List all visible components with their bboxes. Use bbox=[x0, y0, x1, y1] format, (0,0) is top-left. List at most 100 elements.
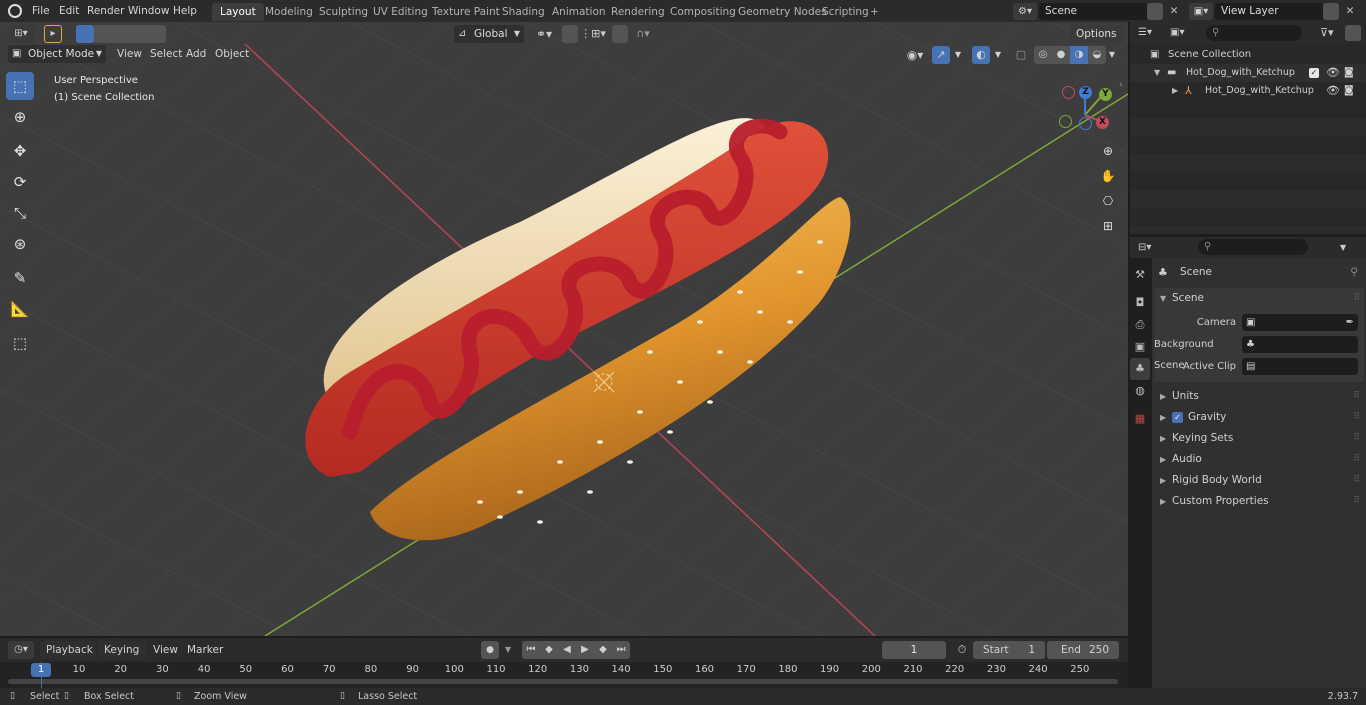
mode-dropdown[interactable]: ▣ Object Mode ▼ bbox=[8, 45, 106, 63]
gizmo-neg-x-icon[interactable] bbox=[1062, 86, 1075, 99]
measure-tool-icon[interactable]: 📐 bbox=[6, 295, 34, 323]
drag-handle-icon[interactable]: ⠿ bbox=[1353, 288, 1360, 309]
timeline-menu-view[interactable]: View bbox=[148, 641, 183, 659]
annotate-tool-icon[interactable]: ✎ bbox=[6, 264, 34, 292]
filter-icon[interactable]: ⊽▾ bbox=[1320, 24, 1334, 42]
playback-dropdown[interactable]: Playback ▼ bbox=[40, 641, 96, 673]
scale-tool-icon[interactable]: ⤡ bbox=[6, 199, 34, 227]
keying-sets-section[interactable]: ▶ Keying Sets ⠿ bbox=[1154, 428, 1364, 449]
scene-tab-icon[interactable]: ♣ bbox=[1130, 358, 1150, 380]
end-frame-field[interactable]: End 250 bbox=[1047, 641, 1119, 659]
shading-solid-icon[interactable]: ● bbox=[1052, 46, 1070, 64]
gizmo-toggle-icon[interactable]: ↗ bbox=[932, 46, 950, 64]
gravity-checkbox[interactable]: ✓ bbox=[1172, 412, 1183, 423]
select-box-mode-icon[interactable] bbox=[76, 25, 94, 43]
editor-type-icon[interactable]: ⊞▾ bbox=[8, 25, 34, 43]
exclude-checkbox[interactable]: ✓ bbox=[1309, 68, 1319, 78]
snap-toggle-icon[interactable] bbox=[562, 25, 578, 43]
camera-icon[interactable]: ◙ bbox=[1344, 82, 1354, 100]
custom-properties-section[interactable]: ▶ Custom Properties ⠿ bbox=[1154, 491, 1364, 512]
options-dropdown[interactable]: Options ▼ bbox=[1070, 25, 1124, 57]
expand-icon[interactable]: ▶ bbox=[1172, 82, 1178, 100]
drag-handle-icon[interactable]: ⠿ bbox=[1353, 386, 1360, 407]
outliner-search-input[interactable]: ⚲ bbox=[1206, 25, 1302, 41]
transform-tool-icon[interactable]: ⊛ bbox=[6, 230, 34, 258]
select-box-tool-icon[interactable]: ⬚ bbox=[6, 72, 34, 100]
outliner-row-object[interactable]: ▶ ⅄ Hot_Dog_with_Ketchup 👁 ◙ bbox=[1130, 82, 1366, 100]
camera-field[interactable]: ▣ ✒ bbox=[1242, 314, 1358, 331]
new-scene-icon[interactable] bbox=[1147, 3, 1163, 20]
select-subtract-icon[interactable] bbox=[112, 25, 130, 43]
menu-view[interactable]: View bbox=[112, 45, 147, 63]
overlays-toggle-icon[interactable]: ◐ bbox=[972, 46, 990, 64]
add-cube-tool-icon[interactable]: ⬚ bbox=[6, 329, 34, 357]
new-collection-icon[interactable] bbox=[1345, 25, 1361, 41]
view-layer-field[interactable]: View Layer bbox=[1215, 3, 1323, 20]
camera-view-icon[interactable]: ⎔ bbox=[1097, 190, 1119, 212]
pan-hand-icon[interactable]: ✋ bbox=[1097, 165, 1119, 187]
gizmo-dropdown-icon[interactable]: ▼ bbox=[952, 46, 964, 64]
delete-scene-icon[interactable]: ✕ bbox=[1166, 3, 1182, 20]
timeline-editor-icon[interactable]: ◷▾ bbox=[8, 641, 34, 659]
chevron-down-icon[interactable]: ▼ bbox=[501, 641, 515, 659]
eyedropper-icon[interactable]: ✒ bbox=[1346, 314, 1354, 331]
drag-handle-icon[interactable]: ⠿ bbox=[1353, 491, 1360, 512]
next-keyframe-icon[interactable]: ◆ bbox=[594, 641, 612, 659]
playhead-frame[interactable]: 1 bbox=[31, 663, 51, 677]
pin-icon[interactable]: ⚲ bbox=[1350, 262, 1358, 283]
snap-element-icon[interactable]: ⋮⊞▾ bbox=[580, 25, 606, 43]
view-layer-icon[interactable]: ▣▾ bbox=[1189, 3, 1213, 20]
properties-search-input[interactable]: ⚲ bbox=[1198, 239, 1308, 255]
sidebar-expand-icon[interactable]: ‹ bbox=[1119, 80, 1123, 90]
eye-icon[interactable]: 👁 bbox=[1326, 64, 1340, 82]
rigid-body-world-section[interactable]: ▶ Rigid Body World ⠿ bbox=[1154, 470, 1364, 491]
chevron-down-icon[interactable]: ▼ bbox=[1340, 240, 1346, 256]
visibility-icon[interactable]: ◉▾ bbox=[902, 46, 928, 64]
gizmo-neg-y-icon[interactable] bbox=[1059, 115, 1072, 128]
camera-icon[interactable]: ◙ bbox=[1344, 64, 1354, 82]
keying-dropdown[interactable]: Keying ▼ bbox=[98, 641, 146, 673]
select-mode-icon[interactable]: ▸ bbox=[44, 25, 62, 43]
eye-icon[interactable]: 👁 bbox=[1326, 82, 1340, 100]
view-layer-tab-icon[interactable]: ▣ bbox=[1130, 336, 1150, 358]
xray-toggle-icon[interactable]: ▢ bbox=[1012, 46, 1030, 64]
drag-handle-icon[interactable]: ⠿ bbox=[1353, 470, 1360, 491]
display-mode-icon[interactable]: ▣▾ bbox=[1170, 24, 1196, 42]
start-frame-field[interactable]: Start 1 bbox=[973, 641, 1045, 659]
drag-handle-icon[interactable]: ⠿ bbox=[1353, 428, 1360, 449]
gizmo-neg-z-icon[interactable] bbox=[1079, 117, 1092, 130]
3d-viewport[interactable]: ⊞▾ ▸ ⊿ Global ▼ ⚭▾ ⋮⊞▾ ∩▾ Options ▼ ▣ Ob… bbox=[0, 22, 1128, 636]
tool-tab-icon[interactable]: ⚒ bbox=[1130, 264, 1150, 286]
scene-selector-icon[interactable]: ⚙▾ bbox=[1013, 3, 1037, 20]
blender-logo-icon[interactable] bbox=[8, 4, 22, 18]
rotate-tool-icon[interactable]: ⟳ bbox=[6, 168, 34, 196]
menu-add[interactable]: Add bbox=[181, 45, 211, 63]
shading-dropdown-icon[interactable]: ▼ bbox=[1106, 46, 1118, 64]
outliner-editor-icon[interactable]: ☰▾ bbox=[1138, 24, 1164, 42]
outliner-row-collection[interactable]: ▼ ▬ Hot_Dog_with_Ketchup ✓ 👁 ◙ bbox=[1130, 64, 1366, 82]
menu-object[interactable]: Object bbox=[210, 45, 254, 63]
prev-keyframe-icon[interactable]: ◆ bbox=[540, 641, 558, 659]
orientation-dropdown[interactable]: ⊿ Global ▼ bbox=[454, 25, 524, 43]
jump-end-icon[interactable]: ⏭ bbox=[612, 641, 630, 659]
select-intersect-icon[interactable] bbox=[148, 25, 166, 43]
world-tab-icon[interactable]: ◍ bbox=[1130, 380, 1150, 402]
pivot-point-icon[interactable]: ⚭▾ bbox=[530, 25, 558, 43]
zoom-icon[interactable]: ⊕ bbox=[1097, 140, 1119, 162]
drag-handle-icon[interactable]: ⠿ bbox=[1353, 449, 1360, 470]
scene-name-field[interactable]: Scene bbox=[1039, 3, 1147, 20]
gizmo-z-icon[interactable]: Z bbox=[1079, 86, 1092, 99]
gizmo-x-icon[interactable]: X bbox=[1096, 116, 1109, 129]
proportional-edit-icon[interactable] bbox=[612, 25, 628, 43]
gizmo-y-icon[interactable]: Y bbox=[1099, 88, 1112, 101]
play-reverse-icon[interactable]: ◀ bbox=[558, 641, 576, 659]
tab-layout[interactable]: Layout bbox=[212, 3, 264, 21]
texture-tab-icon[interactable]: ▦ bbox=[1130, 408, 1150, 430]
background-scene-field[interactable]: ♣ bbox=[1242, 336, 1358, 353]
active-clip-field[interactable]: ▤ bbox=[1242, 358, 1358, 375]
shading-rendered-icon[interactable]: ◒ bbox=[1088, 46, 1106, 64]
preview-range-icon[interactable]: ⏱ bbox=[953, 641, 971, 659]
properties-editor-icon[interactable]: ⊟▾ bbox=[1138, 239, 1151, 257]
move-tool-icon[interactable]: ✥ bbox=[6, 137, 34, 165]
shading-material-icon[interactable]: ◑ bbox=[1070, 46, 1088, 64]
